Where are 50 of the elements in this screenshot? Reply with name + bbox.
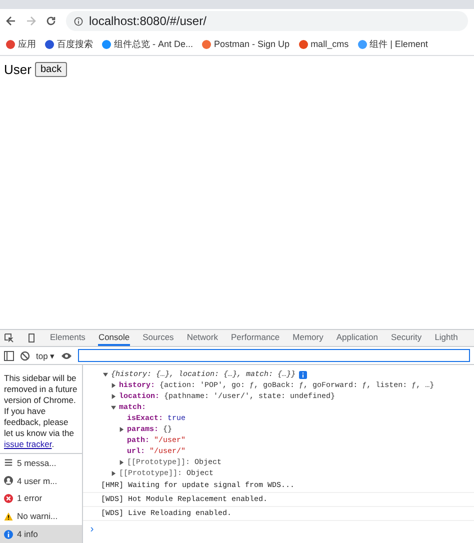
context-selector[interactable]: top ▾ xyxy=(36,350,56,360)
warning-icon xyxy=(4,512,13,521)
devtools-tab[interactable]: Application xyxy=(336,330,378,346)
back-icon[interactable] xyxy=(6,16,16,26)
reload-icon[interactable] xyxy=(46,16,56,26)
expand-arrow-icon[interactable] xyxy=(119,427,124,432)
sidebar-notice: This sidebar will be removed in a future version of Chrome. If you have feedback, please let us know via the issue tracker. xyxy=(0,365,82,454)
devtools-tab[interactable]: Network xyxy=(186,330,218,346)
back-button[interactable]: back xyxy=(35,62,67,77)
sidebar-item[interactable]: 4 info xyxy=(0,525,82,543)
collapse-arrow-icon[interactable] xyxy=(111,405,116,410)
bookmark[interactable]: 应用 xyxy=(6,38,36,50)
page-heading: User xyxy=(4,62,32,77)
bookmark[interactable]: mall_cms xyxy=(298,39,349,49)
devtools-tab[interactable]: Security xyxy=(390,330,422,346)
bookmark[interactable]: 组件总览 - Ant De... xyxy=(102,38,194,50)
filter-field[interactable] xyxy=(78,349,470,362)
bookmark[interactable]: 组件 | Element xyxy=(358,38,428,50)
bookmark[interactable]: 百度搜索 xyxy=(45,38,93,50)
sidebar-toggle-icon[interactable] xyxy=(4,350,14,360)
sidebar-item[interactable]: 5 messa... xyxy=(0,454,82,472)
devtools-tab[interactable]: Elements xyxy=(50,330,86,346)
sidebar-item[interactable]: 4 user m... xyxy=(0,472,82,490)
user-icon xyxy=(4,476,13,486)
sidebar-item[interactable]: 1 error xyxy=(0,490,82,508)
list-icon xyxy=(4,458,13,468)
expand-arrow-icon[interactable] xyxy=(111,383,116,388)
expand-arrow-icon[interactable] xyxy=(111,394,116,399)
expand-arrow-icon[interactable] xyxy=(119,460,124,465)
info-icon xyxy=(74,16,83,26)
info-icon xyxy=(4,530,13,539)
issue-tracker-link[interactable]: issue tracker xyxy=(4,439,52,449)
eye-icon[interactable] xyxy=(61,352,72,360)
devtools-tab[interactable]: Lighth xyxy=(434,330,458,346)
prompt-icon[interactable]: › xyxy=(83,521,474,540)
expand-arrow-icon[interactable] xyxy=(111,471,116,476)
address-bar[interactable]: localhost:8080/#/user/ xyxy=(66,11,468,31)
devtools-tab[interactable]: Sources xyxy=(142,330,174,346)
inspect-icon[interactable] xyxy=(4,333,14,343)
devtools-tab[interactable]: Memory xyxy=(292,330,324,346)
sidebar-item[interactable]: No warni... xyxy=(0,507,82,526)
info-icon xyxy=(298,370,307,378)
device-icon[interactable] xyxy=(27,333,37,343)
bookmark[interactable]: Postman - Sign Up xyxy=(202,39,290,49)
collapse-arrow-icon[interactable] xyxy=(103,372,108,377)
error-icon xyxy=(4,494,13,503)
url-text: localhost:8080/#/user/ xyxy=(89,14,206,28)
clear-icon[interactable] xyxy=(20,350,30,360)
devtools-tab[interactable]: Performance xyxy=(231,330,280,346)
devtools-tab[interactable]: Console xyxy=(98,330,130,346)
